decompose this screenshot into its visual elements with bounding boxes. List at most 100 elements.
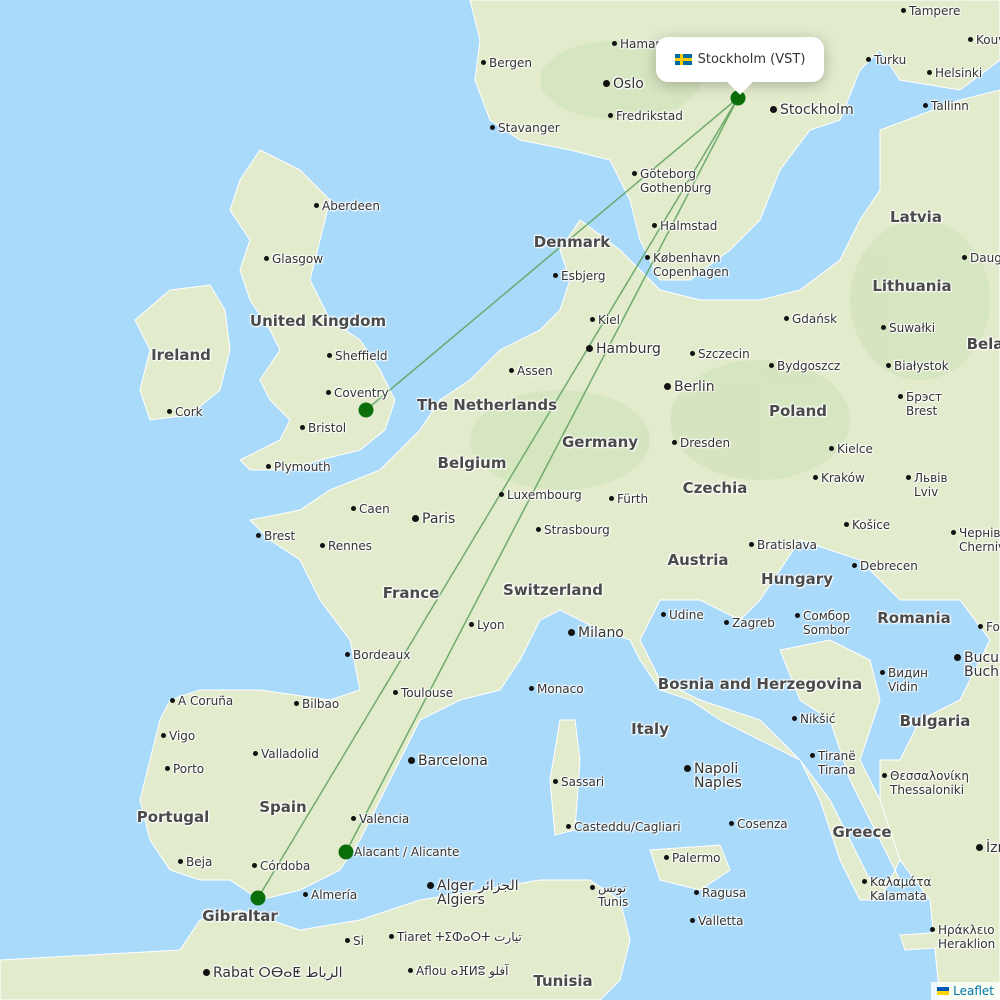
city-dot [866, 57, 871, 62]
city-name: Καλαμάτα [870, 875, 932, 889]
country-label: Bosnia and Herzegovina [657, 675, 863, 693]
city-dot [167, 409, 172, 414]
city-dot [652, 223, 657, 228]
city-dot [976, 843, 983, 851]
city-name: København [653, 251, 721, 265]
country-label: Portugal [136, 808, 210, 826]
airport-popup[interactable]: Stockholm (VST) [656, 37, 824, 95]
city-label: Barcelona [408, 754, 488, 768]
city-name: Coventry [334, 386, 389, 400]
city-dot [314, 203, 319, 208]
city-dot [586, 344, 593, 352]
city-label: Berlin [664, 380, 715, 394]
city-name: Turku [874, 53, 907, 67]
city-dot [880, 670, 885, 675]
city-label: Daug [962, 251, 1000, 265]
city-label: Tampere [901, 4, 960, 18]
city-name: Ηράκλειο [938, 923, 995, 937]
city-name: Caen [359, 502, 390, 516]
city-name: Palermo [672, 851, 721, 865]
city-name: Udine [669, 608, 704, 622]
city-dot [603, 79, 610, 87]
city-name: Vigo [169, 729, 196, 743]
city-dot [427, 881, 434, 889]
city-name: Białystok [894, 359, 949, 373]
city-dot [326, 390, 331, 395]
city-name: Tampere [909, 4, 961, 18]
city-label: Bordeaux [345, 648, 410, 662]
city-dot [568, 628, 575, 636]
city-dot [769, 363, 774, 368]
city-name: València [359, 812, 410, 826]
city-name: Чернів [959, 526, 1000, 540]
city-name: Cork [175, 405, 203, 419]
city-name: Сомбор [803, 609, 851, 623]
city-label: Lyon [469, 618, 505, 632]
city-name: İzı [986, 840, 1000, 856]
city-name: Helsinki [935, 66, 983, 80]
city-dot [490, 125, 495, 130]
city-label: BucurBucha [954, 651, 1000, 679]
city-dot [672, 440, 677, 445]
city-label: Göteborg Gothenburg [632, 167, 712, 195]
city-label: Zagreb [724, 616, 775, 630]
city-name: Luxembourg [507, 488, 582, 502]
city-name: Bergen [489, 56, 532, 70]
city-label: Białystok [886, 359, 949, 373]
city-name: Košice [852, 518, 891, 532]
city-dot [469, 622, 474, 627]
city-label: Monaco [529, 682, 584, 696]
city-name: Milano [578, 625, 624, 641]
city-name: Lyon [477, 618, 505, 632]
city-dot [661, 612, 666, 617]
city-name: Брэст [906, 390, 943, 404]
city-label: Halmstad [652, 219, 717, 233]
city-label: Almería [303, 888, 357, 902]
city-name: Casteddu/Cagliari [574, 820, 681, 834]
city-dot [266, 464, 271, 469]
city-dot [256, 533, 261, 538]
city-name: Rennes [328, 539, 373, 553]
city-label: Helsinki [927, 66, 982, 80]
country-label: Ireland [151, 346, 211, 364]
city-name: Monaco [537, 682, 584, 696]
city-label: Dresden [672, 436, 730, 450]
city-subname: Brest [906, 404, 938, 418]
map-container[interactable]: Latvia Lithuania Bela Denmark United Kin… [0, 0, 1000, 1000]
country-label: Greece [832, 823, 892, 841]
city-label: Debrecen [852, 559, 918, 573]
city-name: Dresden [680, 436, 731, 450]
city-dot [161, 733, 166, 738]
city-label: València [351, 812, 409, 826]
country-label: Romania [877, 609, 951, 627]
city-dot [951, 530, 956, 535]
city-dot [901, 8, 906, 13]
city-name: Stockholm [780, 102, 854, 118]
leaflet-link[interactable]: Leaflet [953, 984, 994, 998]
city-label: Sassari [553, 775, 604, 789]
map-attribution[interactable]: Leaflet [931, 982, 1000, 1000]
city-label: Nikšić [792, 712, 835, 726]
country-label: Czechia [682, 479, 748, 497]
city-name: Almería [311, 888, 358, 902]
city-label: København Copenhagen [645, 251, 729, 279]
city-dot [320, 543, 325, 548]
city-label: Brest [256, 529, 295, 543]
city-name: Córdoba [260, 859, 311, 873]
city-label: Szczecin [690, 347, 750, 361]
city-dot [906, 475, 911, 480]
city-name: Kiel [598, 313, 620, 327]
city-label: Sheffield [327, 349, 388, 363]
city-name: Valletta [698, 914, 744, 928]
city-label: Καλαμάτα Kalamata [862, 875, 931, 903]
city-dot [590, 317, 595, 322]
city-name: Nikšić [800, 712, 836, 726]
city-name: Si [353, 934, 364, 948]
city-dot [664, 855, 669, 860]
city-dot [927, 70, 932, 75]
city-dot [962, 255, 967, 260]
city-dot [412, 514, 419, 522]
city-dot [327, 353, 332, 358]
city-label: Vigo [161, 729, 195, 743]
city-dot [170, 698, 175, 703]
